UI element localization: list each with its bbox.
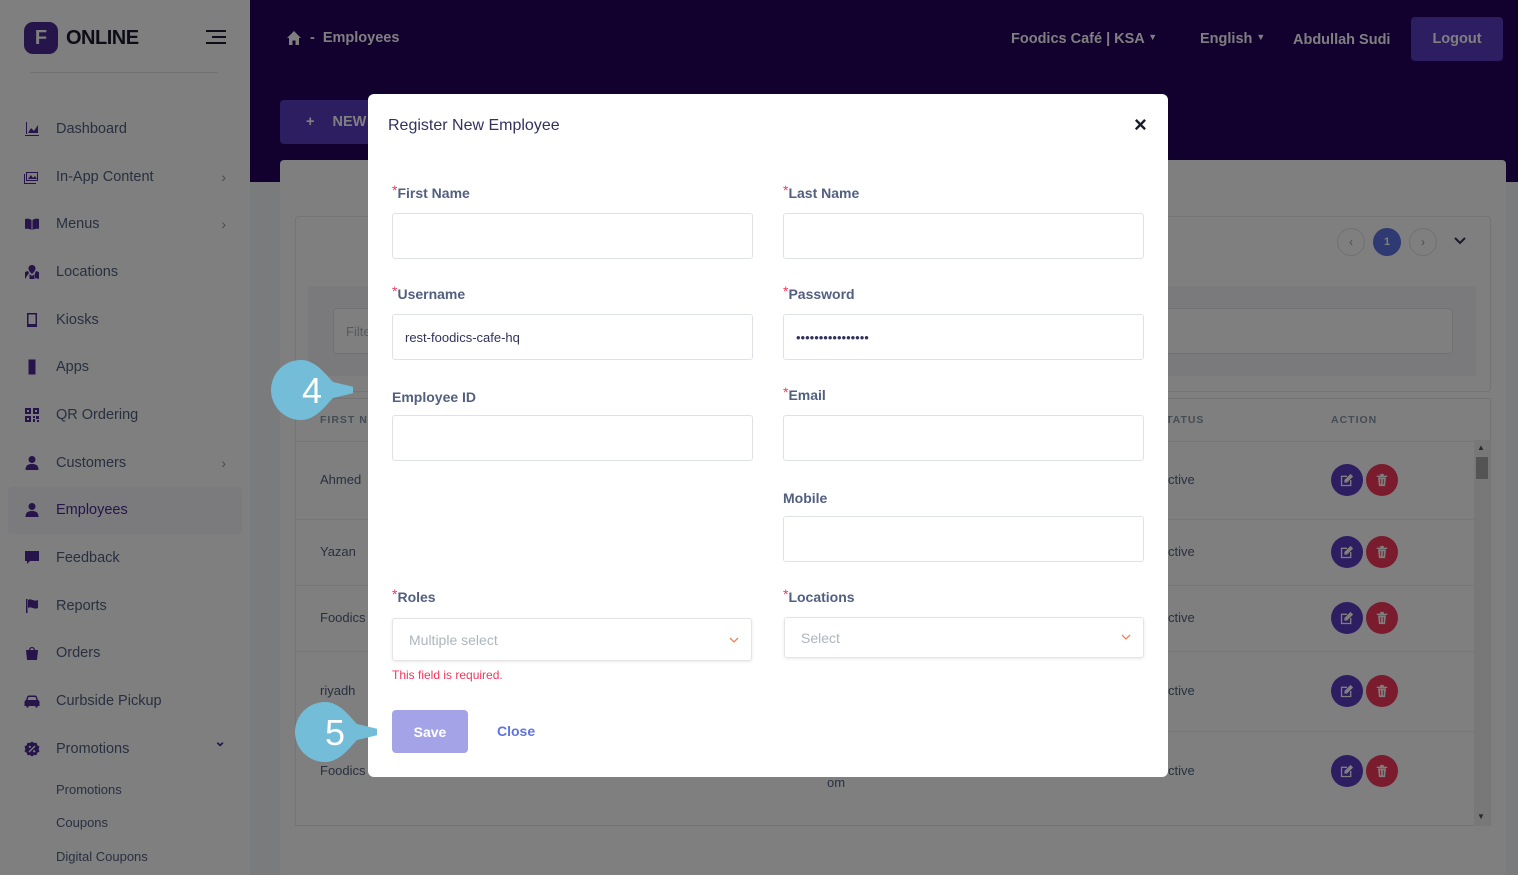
step-4-callout: 4 — [271, 360, 353, 420]
password-label: *Password — [783, 283, 855, 302]
password-input[interactable]: •••••••••••••••• — [783, 314, 1144, 360]
chevron-down-icon — [1121, 634, 1131, 640]
step-5-number: 5 — [325, 712, 345, 753]
close-button[interactable]: Close — [497, 723, 535, 739]
roles-placeholder: Multiple select — [409, 631, 498, 648]
email-input[interactable] — [783, 415, 1144, 461]
last-name-input[interactable] — [783, 213, 1144, 259]
mobile-input[interactable] — [783, 516, 1144, 562]
roles-error-message: This field is required. — [392, 668, 503, 682]
register-employee-modal: Register New Employee × *First Name *Las… — [368, 94, 1168, 777]
locations-label: *Locations — [783, 586, 855, 605]
username-label: *Username — [392, 283, 466, 302]
email-label: *Email — [783, 384, 826, 403]
employee-id-label: Employee ID — [392, 389, 477, 405]
first-name-input[interactable] — [392, 213, 753, 259]
employee-id-input[interactable] — [392, 415, 753, 461]
locations-placeholder: Select — [801, 629, 840, 646]
close-icon[interactable]: × — [1134, 114, 1147, 136]
locations-select[interactable]: Select — [784, 617, 1144, 658]
step-5-callout: 5 — [295, 702, 377, 762]
roles-multiselect[interactable]: Multiple select — [392, 618, 752, 661]
last-name-label: *Last Name — [783, 182, 860, 201]
modal-title: Register New Employee — [388, 117, 560, 134]
step-4-number: 4 — [302, 370, 322, 411]
save-button[interactable]: Save — [392, 710, 468, 753]
username-input[interactable]: rest-foodics-cafe-hq — [392, 314, 753, 360]
chevron-down-icon — [729, 637, 739, 643]
first-name-label: *First Name — [392, 182, 470, 201]
mobile-label: Mobile — [783, 490, 828, 506]
roles-label: *Roles — [392, 586, 436, 605]
